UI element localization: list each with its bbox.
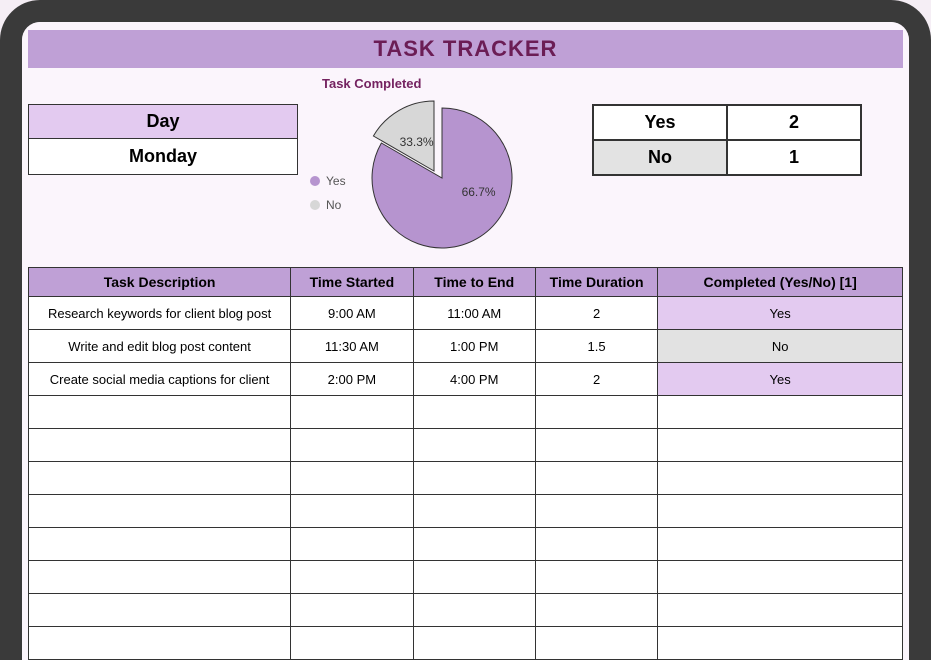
cell-empty[interactable] [29,462,291,495]
cell-start[interactable]: 2:00 PM [291,363,413,396]
legend-no-label: No [326,198,341,212]
count-no-label: No [593,140,727,175]
cell-empty[interactable] [535,561,657,594]
spreadsheet: TASK TRACKER Day Monday Task Completed Y… [22,22,909,660]
cell-dur[interactable]: 2 [535,363,657,396]
day-value[interactable]: Monday [29,139,297,174]
legend-yes-label: Yes [326,174,346,188]
day-table: Day Monday [28,104,298,175]
cell-empty[interactable] [535,495,657,528]
table-header-row: Task Description Time Started Time to En… [29,268,903,297]
col-header-completed: Completed (Yes/No) [1] [658,268,903,297]
pie-label-yes: 66.7% [462,185,496,199]
cell-desc[interactable]: Create social media captions for client [29,363,291,396]
cell-comp[interactable]: Yes [658,363,903,396]
cell-empty[interactable] [658,462,903,495]
chart-legend: Yes No [310,174,346,212]
table-row-empty[interactable] [29,495,903,528]
cell-empty[interactable] [29,627,291,660]
cell-start[interactable]: 11:30 AM [291,330,413,363]
summary-section: Day Monday Task Completed Yes No [22,68,909,267]
pie-chart-svg [352,93,522,253]
table-row-empty[interactable] [29,462,903,495]
cell-empty[interactable] [413,462,535,495]
count-yes-value: 2 [727,105,861,140]
table-row[interactable]: Write and edit blog post content11:30 AM… [29,330,903,363]
cell-comp[interactable]: Yes [658,297,903,330]
cell-desc[interactable]: Research keywords for client blog post [29,297,291,330]
cell-dur[interactable]: 1.5 [535,330,657,363]
table-row-empty[interactable] [29,627,903,660]
cell-empty[interactable] [29,594,291,627]
cell-empty[interactable] [413,429,535,462]
legend-dot-icon [310,200,320,210]
cell-empty[interactable] [29,561,291,594]
cell-empty[interactable] [291,561,413,594]
task-table: Task Description Time Started Time to En… [28,267,903,660]
cell-empty[interactable] [413,561,535,594]
cell-empty[interactable] [535,528,657,561]
tablet-frame: TASK TRACKER Day Monday Task Completed Y… [0,0,931,660]
cell-empty[interactable] [291,495,413,528]
cell-empty[interactable] [535,594,657,627]
cell-empty[interactable] [413,627,535,660]
cell-empty[interactable] [291,627,413,660]
cell-empty[interactable] [291,594,413,627]
cell-end[interactable]: 1:00 PM [413,330,535,363]
cell-empty[interactable] [535,396,657,429]
col-header-duration: Time Duration [535,268,657,297]
cell-empty[interactable] [658,594,903,627]
cell-empty[interactable] [535,429,657,462]
day-header: Day [29,105,297,139]
cell-empty[interactable] [29,495,291,528]
cell-empty[interactable] [29,528,291,561]
cell-empty[interactable] [658,495,903,528]
col-header-description: Task Description [29,268,291,297]
cell-start[interactable]: 9:00 AM [291,297,413,330]
cell-empty[interactable] [658,561,903,594]
table-row-empty[interactable] [29,429,903,462]
cell-empty[interactable] [535,462,657,495]
cell-empty[interactable] [413,396,535,429]
table-row-empty[interactable] [29,594,903,627]
table-row-empty[interactable] [29,396,903,429]
cell-comp[interactable]: No [658,330,903,363]
cell-end[interactable]: 4:00 PM [413,363,535,396]
legend-item-yes: Yes [310,174,346,188]
cell-desc[interactable]: Write and edit blog post content [29,330,291,363]
table-row[interactable]: Create social media captions for client2… [29,363,903,396]
cell-empty[interactable] [658,528,903,561]
legend-dot-icon [310,176,320,186]
cell-empty[interactable] [413,528,535,561]
pie-chart-block: Task Completed Yes No [310,76,580,253]
chart-title: Task Completed [322,76,580,91]
count-no-value: 1 [727,140,861,175]
pie-chart: 33.3% 66.7% [352,93,522,253]
count-table: Yes 2 No 1 [592,104,862,176]
col-header-time-started: Time Started [291,268,413,297]
cell-empty[interactable] [658,429,903,462]
cell-empty[interactable] [658,396,903,429]
cell-empty[interactable] [29,429,291,462]
cell-empty[interactable] [413,495,535,528]
cell-empty[interactable] [29,396,291,429]
col-header-time-end: Time to End [413,268,535,297]
cell-empty[interactable] [291,429,413,462]
cell-empty[interactable] [413,594,535,627]
cell-empty[interactable] [535,627,657,660]
cell-end[interactable]: 11:00 AM [413,297,535,330]
count-yes-label: Yes [593,105,727,140]
page-title: TASK TRACKER [28,30,903,68]
table-row[interactable]: Research keywords for client blog post9:… [29,297,903,330]
cell-empty[interactable] [291,528,413,561]
cell-dur[interactable]: 2 [535,297,657,330]
cell-empty[interactable] [291,462,413,495]
pie-label-no: 33.3% [400,135,434,149]
cell-empty[interactable] [658,627,903,660]
legend-item-no: No [310,198,346,212]
table-row-empty[interactable] [29,561,903,594]
cell-empty[interactable] [291,396,413,429]
table-row-empty[interactable] [29,528,903,561]
